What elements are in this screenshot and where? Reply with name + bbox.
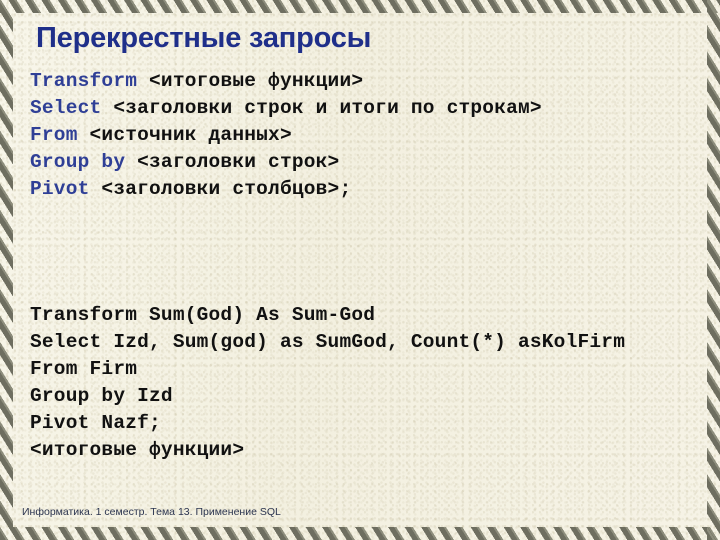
syntax-line-from: From <источник данных> [30, 122, 690, 149]
syntax-line-group-by: Group by <заголовки строк> [30, 149, 690, 176]
sql-example-block: Transform Sum(God) As Sum-God Select Izd… [30, 302, 700, 464]
example-line-group-by: Group by Izd [30, 385, 173, 407]
sql-keyword-from: From [30, 124, 78, 146]
example-line-aggregate-note: <итоговые функции> [30, 439, 245, 461]
slide-footer-text: Информатика. 1 семестр. Тема 13. Примене… [22, 506, 281, 518]
page-title: Перекрестные запросы [36, 22, 372, 54]
example-line-pivot: Pivot Nazf; [30, 412, 161, 434]
slide-canvas: Перекрестные запросы Transform <итоговые… [0, 0, 720, 540]
syntax-line-select: Select <заголовки строк и итоги по строк… [30, 95, 690, 122]
sql-placeholder-aggregate-functions: <итоговые функции> [137, 70, 364, 92]
example-line-select: Select Izd, Sum(god) as SumGod, Count(*)… [30, 331, 626, 353]
sql-placeholder-group-row-headings: <заголовки строк> [125, 151, 340, 173]
example-line-transform: Transform Sum(God) As Sum-God [30, 304, 376, 326]
sql-keyword-select: Select [30, 97, 102, 119]
sql-placeholder-row-headings: <заголовки строк и итоги по [101, 97, 435, 119]
sql-placeholder-row-headings-continued: строкам> [446, 97, 542, 119]
sql-keyword-group-by: Group by [30, 151, 126, 173]
sql-placeholder-data-source: <источник данных> [77, 124, 292, 146]
syntax-line-transform: Transform <итоговые функции> [30, 68, 690, 95]
sql-syntax-template-block: Transform <итоговые функции> Select <заг… [30, 68, 690, 203]
example-line-from: From Firm [30, 358, 138, 380]
sql-keyword-pivot: Pivot [30, 178, 90, 200]
syntax-line-pivot: Pivot <заголовки столбцов>; [30, 176, 690, 203]
sql-keyword-transform: Transform [30, 70, 138, 92]
slide-content: Перекрестные запросы Transform <итоговые… [0, 0, 720, 540]
sql-placeholder-column-headings: <заголовки столбцов>; [89, 178, 352, 200]
